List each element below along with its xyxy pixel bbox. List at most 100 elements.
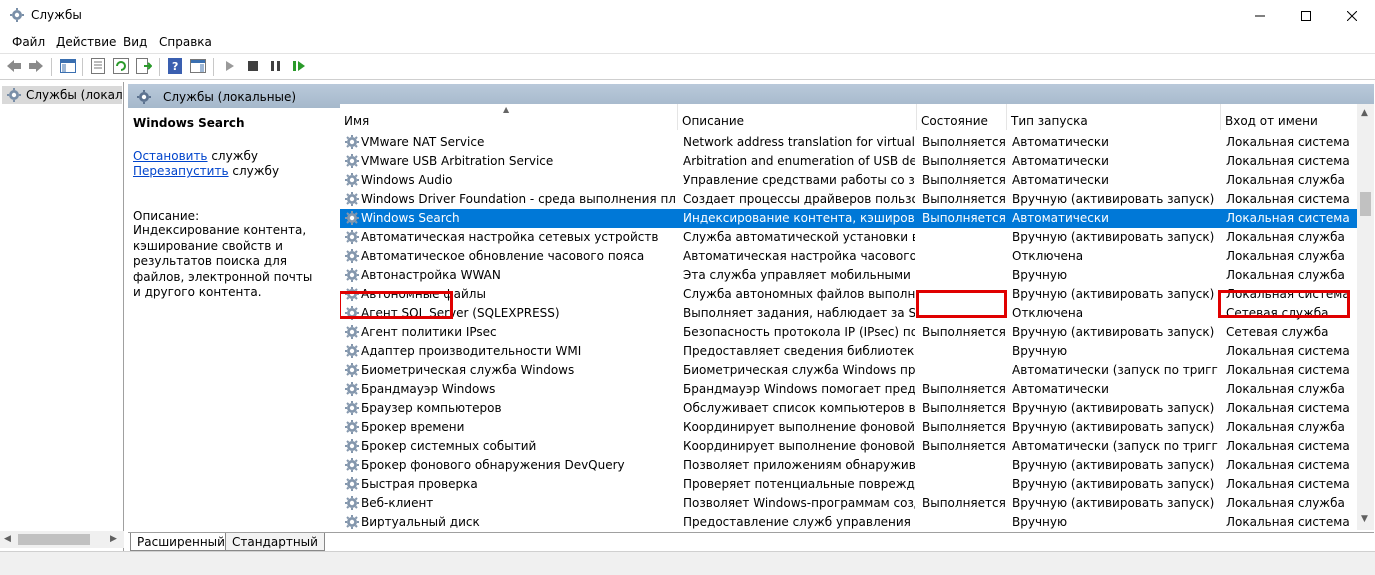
table-row[interactable]: Брокер фонового обнаружения DevQuery Позв…: [340, 456, 1357, 475]
tab-extended[interactable]: Расширенный: [130, 533, 232, 551]
service-status: Выполняется: [922, 496, 1006, 510]
table-row[interactable]: Windows Driver Foundation - среда выполн…: [340, 190, 1357, 209]
minimize-button[interactable]: [1237, 0, 1283, 31]
scroll-up-icon[interactable]: ▲: [1361, 108, 1368, 118]
service-logon-as: Локальная система: [1226, 515, 1350, 529]
stop-service-suffix: службу: [207, 149, 259, 163]
show-hide-action-pane-button[interactable]: [189, 58, 207, 76]
start-service-button[interactable]: [221, 58, 239, 76]
restart-service-link[interactable]: Перезапустить: [133, 164, 229, 178]
service-name: Брокер системных событий: [361, 439, 537, 453]
service-gear-icon: [344, 286, 360, 302]
column-header-startup-type[interactable]: Тип запуска: [1007, 104, 1221, 130]
services-list: ▲ Имя Описание Состояние Тип запуска Вхо…: [340, 104, 1357, 530]
scrollbar-thumb[interactable]: [18, 534, 90, 545]
service-gear-icon: [344, 495, 360, 511]
table-row[interactable]: Автоматическая настройка сетевых устройс…: [340, 228, 1357, 247]
table-row[interactable]: Автонастройка WWAN Эта служба управляет м…: [340, 266, 1357, 285]
service-gear-icon: [344, 438, 360, 454]
service-gear-icon: [344, 514, 360, 530]
service-description: Network address translation for virtual …: [683, 135, 915, 149]
service-startup-type: Отключена: [1012, 249, 1084, 263]
service-startup-type: Автоматически: [1012, 135, 1109, 149]
column-header-status[interactable]: Состояние: [917, 104, 1007, 130]
service-description: Эта служба управляет мобильными ш...: [683, 268, 915, 282]
svg-text:?: ?: [172, 60, 178, 73]
column-header-logon-as[interactable]: Вход от имени: [1221, 104, 1357, 130]
stop-service-button[interactable]: [244, 58, 262, 76]
service-description: Автоматическая настройка часового п...: [683, 249, 915, 263]
table-row[interactable]: Агент SQL Server (SQLEXPRESS) Выполняет з…: [340, 304, 1357, 323]
refresh-button[interactable]: [112, 57, 130, 76]
export-list-button[interactable]: [135, 57, 153, 76]
pane-header-title: Службы (локальные): [163, 90, 297, 104]
scroll-right-icon[interactable]: ▶: [110, 534, 117, 544]
service-startup-type: Вручную (активировать запуск): [1012, 287, 1215, 301]
service-description: Позволяет Windows-программам созд...: [683, 496, 915, 510]
services-pane: Службы (локальные) Windows Search Остано…: [128, 84, 1374, 532]
service-startup-type: Вручную: [1012, 515, 1068, 529]
maximize-button[interactable]: [1283, 0, 1329, 31]
menu-view[interactable]: Вид: [123, 35, 147, 49]
table-row[interactable]: Веб-клиент Позволяет Windows-программам с…: [340, 494, 1357, 513]
show-console-tree-button[interactable]: [59, 58, 77, 76]
table-row[interactable]: Виртуальный диск Предоставление служб упр…: [340, 513, 1357, 530]
column-header-name[interactable]: Имя: [340, 104, 678, 130]
table-row[interactable]: Автономные файлы Служба автономных файлов…: [340, 285, 1357, 304]
service-description: Предоставление служб управления ди...: [683, 515, 915, 529]
tab-standard[interactable]: Стандартный: [225, 533, 325, 551]
back-button[interactable]: [5, 58, 23, 76]
menu-action[interactable]: Действие: [56, 35, 116, 49]
service-description: Выполняет задания, наблюдает за SQL ...: [683, 306, 915, 320]
tree-horizontal-scrollbar[interactable]: ◀ ▶: [0, 531, 124, 548]
table-row-selected[interactable]: Windows Search Индексирование контента, к…: [340, 209, 1357, 228]
service-description: Служба автоматической установки вы...: [683, 230, 915, 244]
table-row[interactable]: Браузер компьютеров Обслуживает список ко…: [340, 399, 1357, 418]
properties-button[interactable]: [89, 57, 107, 76]
service-logon-as: Локальная служба: [1226, 382, 1345, 396]
menu-file[interactable]: Файл: [12, 35, 45, 49]
start-service-icon: [225, 60, 235, 75]
service-gear-icon: [344, 381, 360, 397]
service-name: VMware USB Arbitration Service: [361, 154, 554, 168]
service-name: Брокер времени: [361, 420, 465, 434]
table-row[interactable]: Брокер времени Координирует выполнение фо…: [340, 418, 1357, 437]
table-row[interactable]: Биометрическая служба Windows Биометричес…: [340, 361, 1357, 380]
service-startup-type: Автоматически: [1012, 154, 1109, 168]
service-gear-icon: [344, 457, 360, 473]
service-logon-as: Локальная система: [1226, 287, 1350, 301]
help-button[interactable]: ?: [166, 57, 184, 76]
pause-service-button[interactable]: [267, 58, 285, 76]
scroll-down-icon[interactable]: ▼: [1361, 514, 1368, 524]
service-name: Windows Driver Foundation - среда выполн…: [361, 192, 676, 206]
table-row[interactable]: Windows Audio Управление средствами работ…: [340, 171, 1357, 190]
table-row[interactable]: VMware USB Arbitration Service Arbitratio…: [340, 152, 1357, 171]
table-row[interactable]: VMware NAT Service Network address transl…: [340, 133, 1357, 152]
service-gear-icon: [344, 153, 360, 169]
close-button[interactable]: [1329, 0, 1375, 31]
stop-service-link[interactable]: Остановить: [133, 149, 208, 163]
list-vertical-scrollbar[interactable]: ▲ ▼: [1357, 104, 1374, 530]
column-header-description[interactable]: Описание: [678, 104, 917, 130]
table-row[interactable]: Автоматическое обновление часового пояса…: [340, 247, 1357, 266]
restart-service-icon: [293, 60, 305, 75]
service-startup-type: Вручную (активировать запуск): [1012, 458, 1215, 472]
table-row[interactable]: Быстрая проверка Проверяет потенциальные …: [340, 475, 1357, 494]
service-description: Служба автономных файлов выполняе...: [683, 287, 915, 301]
menu-bar: Файл Действие Вид Справка: [0, 31, 1375, 53]
table-row[interactable]: Агент политики IPsec Безопасность протоко…: [340, 323, 1357, 342]
scrollbar-thumb[interactable]: [1360, 192, 1371, 216]
status-bar: [0, 551, 1375, 575]
restart-service-button[interactable]: [290, 58, 308, 76]
forward-button[interactable]: [27, 58, 45, 76]
scroll-left-icon[interactable]: ◀: [4, 534, 11, 544]
service-name: Адаптер производительности WMI: [361, 344, 582, 358]
table-row[interactable]: Адаптер производительности WMI Предоставл…: [340, 342, 1357, 361]
service-description: Брандмауэр Windows помогает предот...: [683, 382, 915, 396]
tree-item-services-local[interactable]: Службы (локалы: [2, 86, 122, 104]
table-row[interactable]: Брандмауэр Windows Брандмауэр Windows пом…: [340, 380, 1357, 399]
menu-help[interactable]: Справка: [159, 35, 212, 49]
table-row[interactable]: Брокер системных событий Координирует вып…: [340, 437, 1357, 456]
tree-item-label: Службы (локалы: [26, 88, 122, 102]
service-startup-type: Вручную (активировать запуск): [1012, 401, 1215, 415]
